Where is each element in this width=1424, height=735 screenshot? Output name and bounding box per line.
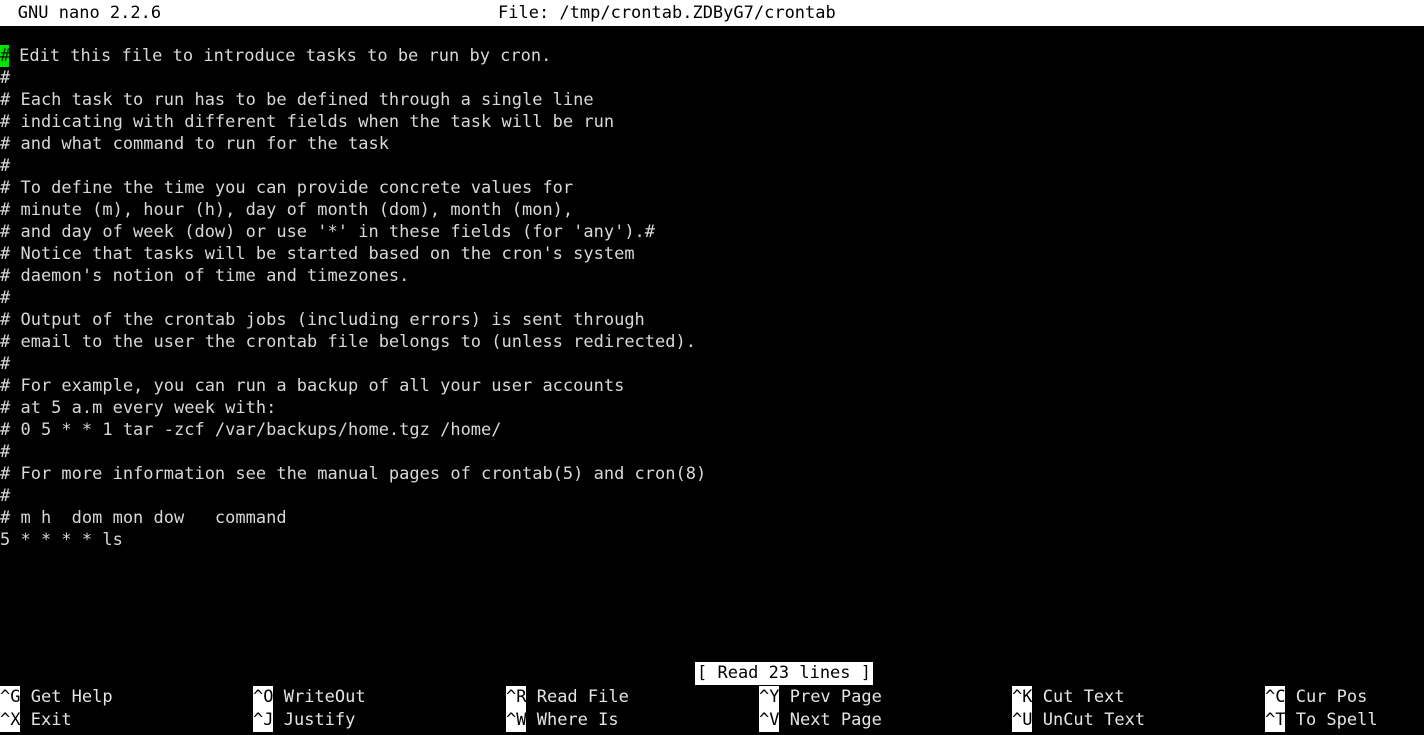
editor-line[interactable]: # Edit this file to introduce tasks to b… — [0, 45, 1424, 67]
shortcut-key-badge: ^G — [0, 686, 21, 709]
editor-line[interactable]: # indicating with different fields when … — [0, 111, 1424, 133]
shortcut-row-1: ^G Get Help ^O WriteOut ^R Read File ^Y Pre… — [0, 686, 1424, 709]
shortcut-key-badge: ^T — [1265, 709, 1286, 732]
shortcut-label: Read File — [526, 687, 629, 707]
shortcut-label: To Spell — [1285, 710, 1378, 730]
editor-line-text: Edit this file to introduce tasks to be … — [8, 46, 552, 66]
editor-line-text: # — [0, 156, 11, 176]
editor-line[interactable]: # Output of the crontab jobs (including … — [0, 309, 1424, 331]
editor-line[interactable]: # daemon's notion of time and timezones. — [0, 265, 1424, 287]
shortcut-key-badge: ^U — [1012, 709, 1033, 732]
editor-line-text: # Notice that tasks will be started base… — [0, 244, 635, 264]
editor-line-text: # — [0, 68, 11, 88]
shortcut-key-badge: ^V — [759, 709, 780, 732]
editor-line[interactable]: # For example, you can run a backup of a… — [0, 375, 1424, 397]
shortcut-get-help[interactable]: ^G Get Help — [0, 686, 113, 709]
shortcut-next-page[interactable]: ^V Next Page — [759, 709, 882, 732]
shortcut-key-badge: ^J — [253, 709, 274, 732]
editor-line-text: # For more information see the manual pa… — [0, 464, 707, 484]
editor-line[interactable]: # — [0, 353, 1424, 375]
editor-line[interactable]: # — [0, 155, 1424, 177]
editor-line-text: # To define the time you can provide con… — [0, 178, 574, 198]
shortcut-label: Get Help — [20, 687, 113, 707]
editor-line[interactable]: # — [0, 441, 1424, 463]
shortcut-label: Cut Text — [1032, 687, 1125, 707]
shortcut-exit[interactable]: ^X Exit — [0, 709, 72, 732]
nano-terminal-screen: GNU nano 2.2.6 File: /tmp/crontab.ZDByG7… — [0, 0, 1424, 735]
shortcut-label: Next Page — [779, 710, 882, 730]
editor-line[interactable]: # minute (m), hour (h), day of month (do… — [0, 199, 1424, 221]
editor-line[interactable]: # Notice that tasks will be started base… — [0, 243, 1424, 265]
shortcut-row-2: ^X Exit ^J Justify ^W Where Is ^V Next Page… — [0, 709, 1424, 732]
editor-line-text: # — [0, 354, 11, 374]
editor-line-text: # — [0, 288, 11, 308]
shortcut-key-badge: ^W — [506, 709, 527, 732]
editor-line[interactable]: # Each task to run has to be defined thr… — [0, 89, 1424, 111]
shortcut-writeout[interactable]: ^O WriteOut — [253, 686, 366, 709]
editor-line-text: # — [0, 486, 11, 506]
shortcut-to-spell[interactable]: ^T To Spell — [1265, 709, 1378, 732]
editor-line[interactable]: # 0 5 * * 1 tar -zcf /var/backups/home.t… — [0, 419, 1424, 441]
status-message: [ Read 23 lines ] — [695, 662, 873, 685]
shortcut-label: WriteOut — [273, 687, 366, 707]
editor-line[interactable]: 5 * * * * ls — [0, 529, 1424, 551]
shortcut-label: Where Is — [526, 710, 619, 730]
editor-line-text: # Each task to run has to be defined thr… — [0, 90, 594, 110]
editor-line-text: # — [0, 442, 11, 462]
shortcut-label: Prev Page — [779, 687, 882, 707]
editor-line[interactable]: # m h dom mon dow command — [0, 507, 1424, 529]
shortcut-where-is[interactable]: ^W Where Is — [506, 709, 619, 732]
text-cursor: # — [0, 45, 11, 67]
title-bar: GNU nano 2.2.6 File: /tmp/crontab.ZDByG7… — [0, 0, 1424, 26]
shortcut-cut-text[interactable]: ^K Cut Text — [1012, 686, 1125, 709]
shortcut-uncut-text[interactable]: ^U UnCut Text — [1012, 709, 1146, 732]
shortcut-justify[interactable]: ^J Justify — [253, 709, 356, 732]
shortcut-label: Justify — [273, 710, 356, 730]
shortcut-key-badge: ^C — [1265, 686, 1286, 709]
editor-line-text: # and day of week (dow) or use '*' in th… — [0, 222, 656, 242]
editor-line[interactable]: # — [0, 485, 1424, 507]
shortcut-cur-pos[interactable]: ^C Cur Pos — [1265, 686, 1368, 709]
editor-line-text: # email to the user the crontab file bel… — [0, 332, 696, 352]
editor-line-text: # at 5 a.m every week with: — [0, 398, 277, 418]
editor-line[interactable]: # — [0, 67, 1424, 89]
shortcut-label: UnCut Text — [1032, 710, 1146, 730]
editor-line-text: # indicating with different fields when … — [0, 112, 615, 132]
shortcut-key-badge: ^R — [506, 686, 527, 709]
editor-line-text: # Output of the crontab jobs (including … — [0, 310, 645, 330]
editor-line-text: # For example, you can run a backup of a… — [0, 376, 625, 396]
editor-line[interactable]: # and what command to run for the task — [0, 133, 1424, 155]
shortcut-label: Exit — [20, 710, 72, 730]
shortcut-key-badge: ^K — [1012, 686, 1033, 709]
shortcut-prev-page[interactable]: ^Y Prev Page — [759, 686, 882, 709]
shortcut-key-badge: ^X — [0, 709, 21, 732]
editor-line[interactable]: # For more information see the manual pa… — [0, 463, 1424, 485]
shortcut-footer: ^G Get Help ^O WriteOut ^R Read File ^Y Pre… — [0, 686, 1424, 735]
shortcut-key-badge: ^O — [253, 686, 274, 709]
editor-line-text: # daemon's notion of time and timezones. — [0, 266, 410, 286]
shortcut-read-file[interactable]: ^R Read File — [506, 686, 629, 709]
app-version-label: GNU nano 2.2.6 — [17, 3, 162, 23]
file-path-label: File: /tmp/crontab.ZDByG7/crontab — [498, 3, 836, 23]
editor-line[interactable]: # email to the user the crontab file bel… — [0, 331, 1424, 353]
editor-line[interactable]: # To define the time you can provide con… — [0, 177, 1424, 199]
editor-text-area[interactable]: # Edit this file to introduce tasks to b… — [0, 45, 1424, 650]
editor-line-text: 5 * * * * ls — [0, 530, 123, 550]
editor-line-text: # 0 5 * * 1 tar -zcf /var/backups/home.t… — [0, 420, 502, 440]
shortcut-label: Cur Pos — [1285, 687, 1368, 707]
editor-line-text: # and what command to run for the task — [0, 134, 389, 154]
editor-line[interactable]: # and day of week (dow) or use '*' in th… — [0, 221, 1424, 243]
editor-line-text: # m h dom mon dow command — [0, 508, 287, 528]
editor-line-text: # minute (m), hour (h), day of month (do… — [0, 200, 574, 220]
editor-line[interactable]: # at 5 a.m every week with: — [0, 397, 1424, 419]
shortcut-key-badge: ^Y — [759, 686, 780, 709]
editor-line[interactable]: # — [0, 287, 1424, 309]
